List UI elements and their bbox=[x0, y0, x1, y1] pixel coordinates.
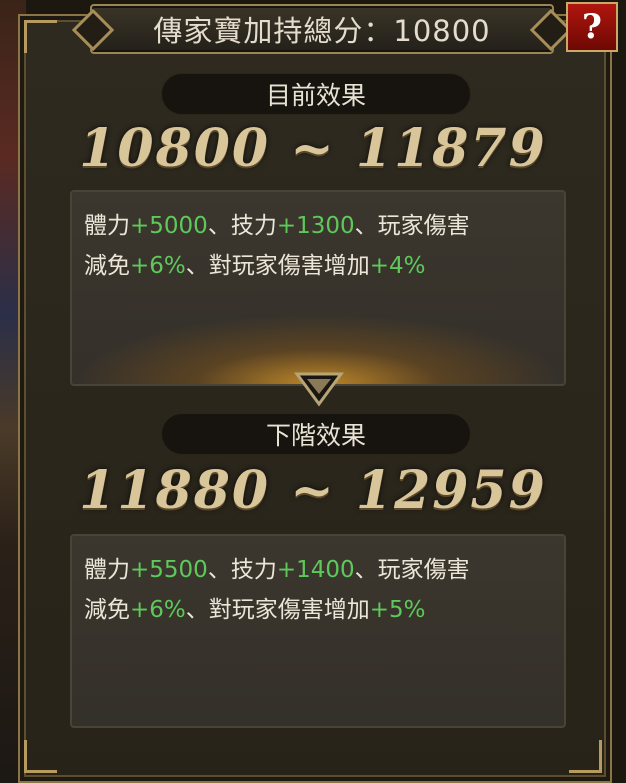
question-mark-icon: ? bbox=[582, 7, 602, 47]
total-score: 10800 bbox=[393, 14, 491, 48]
frame-corner bbox=[24, 740, 57, 773]
help-button[interactable]: ? bbox=[566, 2, 618, 52]
title-label: 傳家寶加持總分： bbox=[153, 14, 394, 48]
effect-line: 減免+6%、對玩家傷害增加+5% bbox=[84, 597, 426, 623]
current-effect-label: 目前效果 bbox=[162, 74, 470, 114]
current-score-range: 10800 ~ 11879 bbox=[79, 118, 547, 179]
chevron-down-icon bbox=[294, 372, 344, 407]
effect-line: 體力+5500、技力+1400、玩家傷害 bbox=[84, 557, 470, 583]
next-score-range: 11880 ~ 12959 bbox=[79, 460, 547, 521]
frame-corner bbox=[24, 20, 57, 53]
title-banner: 傳家寶加持總分：10800 bbox=[71, 4, 573, 54]
panel-title: 傳家寶加持總分：10800 bbox=[153, 8, 490, 50]
frame-corner bbox=[569, 740, 602, 773]
next-effect-box: 體力+5500、技力+1400、玩家傷害 減免+6%、對玩家傷害增加+5% bbox=[70, 534, 566, 728]
effect-line: 體力+5000、技力+1300、玩家傷害 bbox=[84, 213, 470, 239]
next-effect-label: 下階效果 bbox=[162, 414, 470, 454]
current-effect-box: 體力+5000、技力+1300、玩家傷害 減免+6%、對玩家傷害增加+4% bbox=[70, 190, 566, 386]
effect-line: 減免+6%、對玩家傷害增加+4% bbox=[84, 253, 426, 279]
